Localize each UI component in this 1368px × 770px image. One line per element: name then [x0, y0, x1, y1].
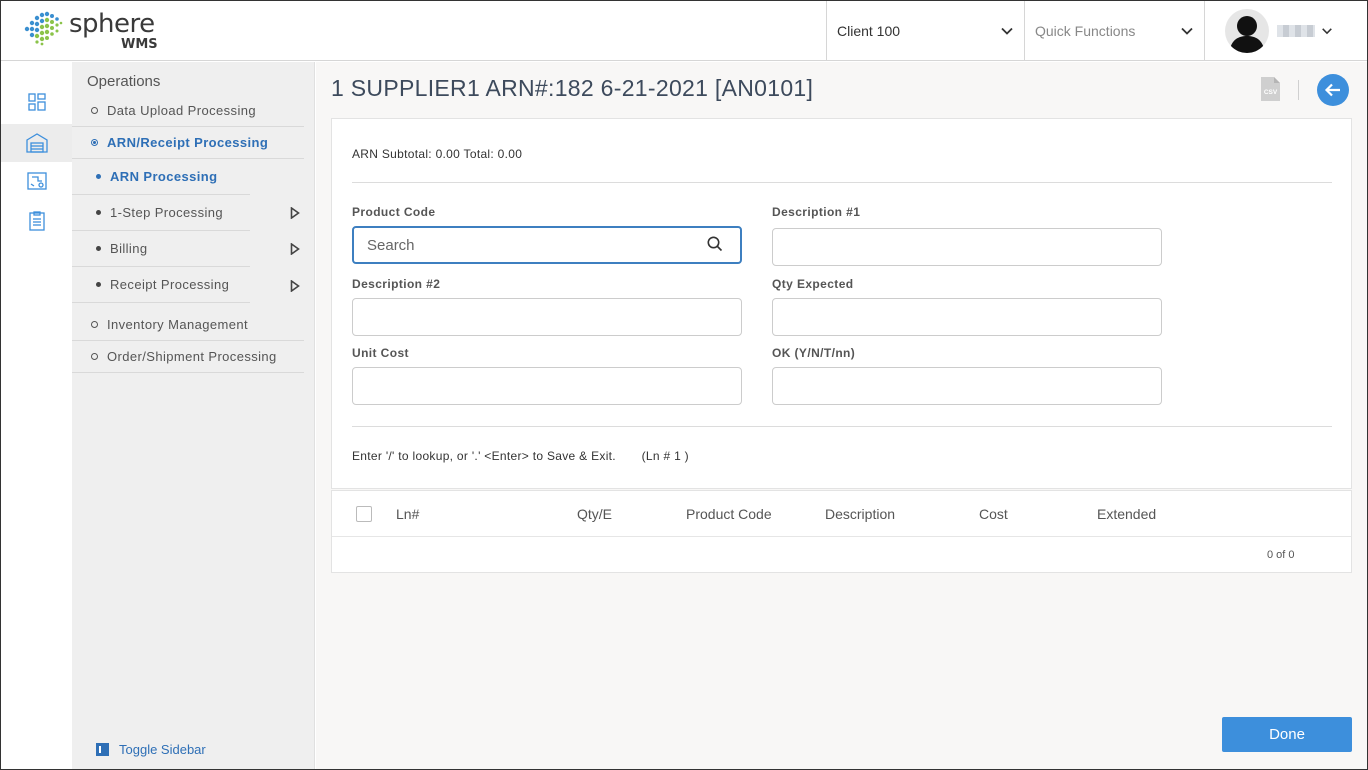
sidebar-subitem-1-step[interactable]: 1-Step Processing [72, 195, 250, 231]
bullet-icon [96, 174, 101, 179]
arrow-left-icon [1324, 83, 1340, 97]
sidebar-toggle-icon [96, 743, 109, 756]
sidebar-item-arn-receipt[interactable]: ARN/Receipt Processing [72, 127, 304, 159]
csv-label: CSV [1264, 89, 1278, 96]
back-button[interactable] [1317, 74, 1349, 106]
bullet-icon [96, 246, 101, 251]
description2-field[interactable] [352, 298, 742, 336]
warehouse-icon [25, 133, 48, 153]
done-button[interactable]: Done [1222, 717, 1352, 752]
sidebar-subitem-receipt-processing[interactable]: Receipt Processing [72, 267, 250, 303]
expand-arrow-icon[interactable] [290, 207, 300, 219]
ok-field[interactable] [772, 367, 1162, 405]
divider [1298, 80, 1299, 100]
sidebar-title: Operations [87, 73, 161, 90]
sphere-logo-icon [24, 11, 63, 46]
sidebar-item-data-upload[interactable]: Data Upload Processing [72, 95, 304, 127]
sidebar-item-label: ARN/Receipt Processing [107, 135, 269, 150]
description1-field[interactable] [772, 228, 1162, 266]
column-header-qty[interactable]: Qty/E [577, 506, 612, 522]
ok-label: OK (Y/N/T/nn) [772, 346, 856, 360]
circle-icon [91, 107, 98, 114]
sidebar-item-order-shipment[interactable]: Order/Shipment Processing [72, 341, 304, 373]
username-redacted [1277, 25, 1315, 37]
product-code-label: Product Code [352, 205, 436, 219]
rail-checklist[interactable] [1, 202, 72, 240]
arn-entry-form: ARN Subtotal: 0.00 Total: 0.00 Product C… [331, 118, 1352, 489]
sidebar-subitem-label: 1-Step Processing [110, 205, 224, 220]
sidebar-subitem-label: ARN Processing [110, 169, 218, 184]
sidebar-item-inventory[interactable]: Inventory Management [72, 309, 304, 341]
sidebar: Operations Data Upload Processing ARN/Re… [72, 62, 315, 769]
sidebar-subitem-billing[interactable]: Billing [72, 231, 250, 267]
column-header-cost[interactable]: Cost [979, 506, 1008, 522]
logo-subtext: WMS [121, 37, 158, 52]
sidebar-item-label: Inventory Management [107, 317, 248, 332]
expand-arrow-icon[interactable] [290, 280, 300, 292]
search-icon[interactable] [707, 236, 723, 252]
sidebar-subitem-label: Billing [110, 241, 148, 256]
unit-cost-label: Unit Cost [352, 346, 409, 360]
clipboard-icon [28, 211, 45, 231]
user-menu[interactable] [1204, 1, 1367, 61]
toggle-sidebar-label: Toggle Sidebar [119, 742, 206, 757]
chevron-down-icon [1181, 27, 1193, 35]
qty-expected-field[interactable] [772, 298, 1162, 336]
column-header-product-code[interactable]: Product Code [686, 506, 772, 522]
rail-warehouse[interactable] [1, 124, 72, 162]
circle-icon [91, 353, 98, 360]
app-logo[interactable]: sphere WMS [21, 7, 171, 55]
quick-functions-select[interactable]: Quick Functions [1024, 1, 1204, 61]
toggle-sidebar-button[interactable]: Toggle Sidebar [96, 742, 206, 757]
user-silhouette-icon [1229, 16, 1265, 53]
bullet-icon [96, 282, 101, 287]
icon-rail [1, 62, 72, 769]
chevron-down-icon [1322, 28, 1332, 35]
csv-export-icon[interactable]: CSV [1261, 77, 1280, 101]
logo-text: sphere [69, 9, 155, 39]
dashboard-icon [27, 93, 46, 111]
divider [352, 426, 1332, 427]
description2-label: Description #2 [352, 277, 441, 291]
quick-functions-label: Quick Functions [1035, 23, 1136, 39]
page-title: 1 SUPPLIER1 ARN#:182 6-21-2021 [AN0101] [331, 75, 814, 101]
arn-lines-table: Ln# Qty/E Product Code Description Cost … [331, 490, 1352, 573]
client-select-value: Client 100 [837, 23, 901, 39]
table-header: Ln# Qty/E Product Code Description Cost … [332, 491, 1351, 537]
description1-label: Description #1 [772, 205, 861, 219]
main-content: 1 SUPPLIER1 ARN#:182 6-21-2021 [AN0101] … [316, 62, 1367, 769]
column-header-description[interactable]: Description [825, 506, 895, 522]
map-icon [26, 172, 47, 190]
avatar [1225, 9, 1269, 53]
circle-icon [91, 321, 98, 328]
product-code-search-input[interactable] [352, 226, 742, 264]
circle-icon [91, 139, 98, 146]
app-window: sphere WMS Client 100 Quick Functions Op… [0, 0, 1368, 770]
top-header: sphere WMS Client 100 Quick Functions [1, 1, 1367, 61]
entry-hint-text: Enter '/' to lookup, or '.' <Enter> to S… [352, 449, 616, 463]
pagination-count: 0 of 0 [1267, 549, 1295, 561]
line-number: (Ln # 1 ) [641, 449, 689, 463]
client-select[interactable]: Client 100 [826, 1, 1024, 61]
bullet-icon [96, 210, 101, 215]
rail-map[interactable] [1, 162, 72, 200]
chevron-down-icon [1001, 27, 1013, 35]
arn-subtotal: ARN Subtotal: 0.00 Total: 0.00 [352, 147, 523, 161]
sidebar-subitem-label: Receipt Processing [110, 277, 230, 292]
column-header-extended[interactable]: Extended [1097, 506, 1156, 522]
qty-expected-label: Qty Expected [772, 277, 854, 291]
divider [352, 182, 1332, 183]
expand-arrow-icon[interactable] [290, 243, 300, 255]
sidebar-item-label: Data Upload Processing [107, 103, 256, 118]
select-all-checkbox[interactable] [356, 506, 372, 522]
unit-cost-field[interactable] [352, 367, 742, 405]
entry-hint: Enter '/' to lookup, or '.' <Enter> to S… [352, 449, 689, 463]
sidebar-subitem-arn-processing[interactable]: ARN Processing [72, 159, 250, 195]
sidebar-item-label: Order/Shipment Processing [107, 349, 277, 364]
column-header-ln[interactable]: Ln# [396, 506, 419, 522]
rail-dashboard[interactable] [1, 83, 72, 121]
